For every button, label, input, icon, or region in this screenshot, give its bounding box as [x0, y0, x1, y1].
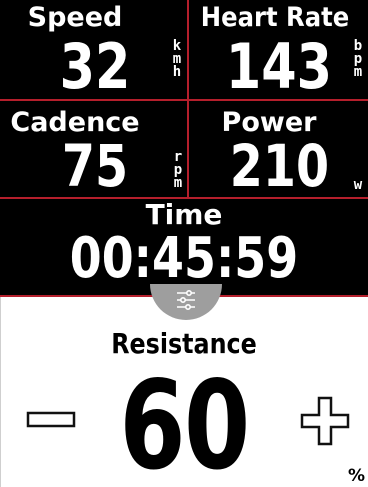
- heart-rate-value: 143: [225, 30, 333, 99]
- increase-resistance-button[interactable]: [298, 394, 352, 448]
- sliders-icon: [177, 289, 195, 310]
- heart-rate-tile: Heart Rate 143 bpm: [189, 0, 368, 99]
- time-label: Time: [145, 199, 223, 231]
- speed-unit: kmh: [172, 38, 182, 80]
- resistance-value: 60: [119, 355, 250, 487]
- power-tile: Power 210 w: [189, 101, 368, 197]
- divider-horizontal-1: [0, 99, 368, 101]
- speed-value: 32: [59, 30, 131, 99]
- cadence-tile: Cadence 75 rpm: [0, 101, 187, 197]
- resistance-label: Resistance: [111, 327, 257, 360]
- resistance-unit: %: [348, 466, 366, 486]
- plus-icon: [300, 396, 350, 446]
- cadence-value: 75: [61, 132, 129, 197]
- time-tile: Time 00:45:59: [0, 199, 368, 297]
- heart-rate-unit: bpm: [353, 38, 363, 80]
- panel-edge: [0, 297, 1, 487]
- decrease-resistance-button[interactable]: [22, 404, 80, 436]
- minus-icon: [26, 411, 76, 428]
- time-value: 00:45:59: [69, 226, 299, 291]
- power-value: 210: [229, 132, 330, 197]
- speed-label: Speed: [27, 2, 123, 33]
- divider-horizontal-2: [0, 197, 368, 199]
- heart-rate-label: Heart Rate: [200, 2, 350, 33]
- speed-tile: Speed 32 kmh: [0, 0, 187, 99]
- ride-dashboard: Speed 32 kmh Heart Rate 143 bpm Cadence …: [0, 0, 368, 297]
- cadence-unit: rpm: [173, 149, 183, 191]
- power-unit: w: [353, 177, 363, 193]
